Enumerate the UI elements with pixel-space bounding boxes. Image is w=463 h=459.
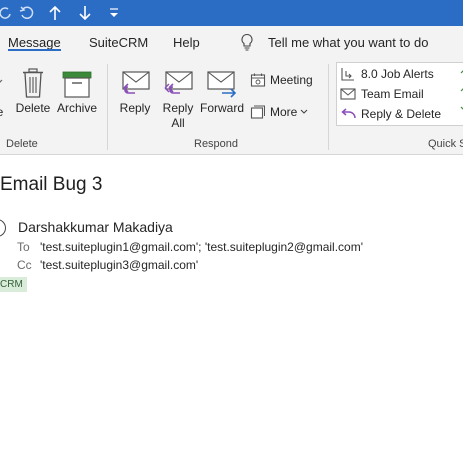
quick-steps-group-label: Quick S [428,138,463,150]
forward-button[interactable]: Forward [199,64,245,116]
reply-all-label-line2: All [171,116,185,130]
ignore-label-partial: e [0,105,3,120]
ribbon: e Delete Archive Delete Reply Reply All … [0,58,463,155]
respond-group-label: Respond [194,138,239,150]
delete-group-label: Delete [6,138,38,150]
delete-button[interactable]: Delete [14,64,52,116]
reply-all-label-line1: Reply [162,101,194,115]
quick-step-job-alerts[interactable]: 8.0 Job Alerts [339,66,434,82]
more-label: More [270,105,298,119]
reply-label: Reply [119,101,151,115]
reply-arrow-icon [339,106,357,122]
to-label: To [17,240,30,254]
forward-icon [206,64,238,98]
reply-button[interactable]: Reply [115,64,155,116]
lightbulb-icon [240,33,254,56]
archive-button[interactable]: Archive [55,64,99,116]
envelope-icon [339,86,357,102]
trash-icon [22,64,44,98]
to-recipients[interactable]: 'test.suiteplugin1@gmail.com'; 'test.sui… [40,240,363,254]
sender-avatar[interactable] [0,219,6,237]
quick-step-label: Reply & Delete [361,107,442,121]
delete-label: Delete [15,101,51,115]
archive-box-icon [62,64,92,98]
group-separator [328,64,329,150]
quick-steps-gallery: 8.0 Job Alerts Team Email Reply & Delete [336,62,463,126]
cc-label: Cc [17,258,32,272]
reply-all-icon [162,64,194,98]
meeting-button[interactable]: Meeting [249,72,313,88]
more-options-icon [249,104,267,120]
cc-recipients[interactable]: 'test.suiteplugin3@gmail.com' [40,258,198,272]
tab-suitecrm[interactable]: SuiteCRM [89,35,148,50]
category-badge[interactable]: CRM [0,277,27,292]
ignore-button-partial[interactable]: e [0,105,6,120]
up-arrow-icon[interactable] [44,1,66,25]
move-to-folder-icon [339,66,357,82]
meeting-label: Meeting [270,73,313,87]
archive-label: Archive [56,101,97,115]
more-respond-button[interactable]: More [249,104,308,120]
tab-help[interactable]: Help [173,35,200,50]
quick-step-reply-delete[interactable]: Reply & Delete [339,106,441,122]
sender-name[interactable]: Darshakkumar Makadiya [18,219,173,235]
quick-step-label: 8.0 Job Alerts [361,67,434,81]
redo-icon[interactable] [16,1,38,25]
quick-step-team-email[interactable]: Team Email [339,86,424,102]
quick-access-toolbar [0,0,463,26]
tab-message[interactable]: Message [8,35,61,50]
down-arrow-icon[interactable] [74,1,96,25]
forward-label: Forward [199,101,244,115]
message-subject: Email Bug 3 [0,174,103,195]
quick-step-label: Team Email [361,87,424,101]
calendar-meeting-icon [249,72,267,88]
undo-icon[interactable] [0,1,16,25]
group-separator [107,64,108,150]
customize-qat-icon[interactable] [103,1,125,25]
active-tab-indicator [8,49,61,51]
chevron-down-icon [300,109,308,115]
tell-me-search[interactable]: Tell me what you want to do [268,35,428,50]
quick-steps-status-marks [459,65,463,123]
reply-all-button[interactable]: Reply All [158,64,198,131]
ribbon-tabs: Message SuiteCRM Help Tell me what you w… [0,26,463,58]
clean-up-partial-icon[interactable] [0,78,4,88]
reply-icon [119,64,151,98]
